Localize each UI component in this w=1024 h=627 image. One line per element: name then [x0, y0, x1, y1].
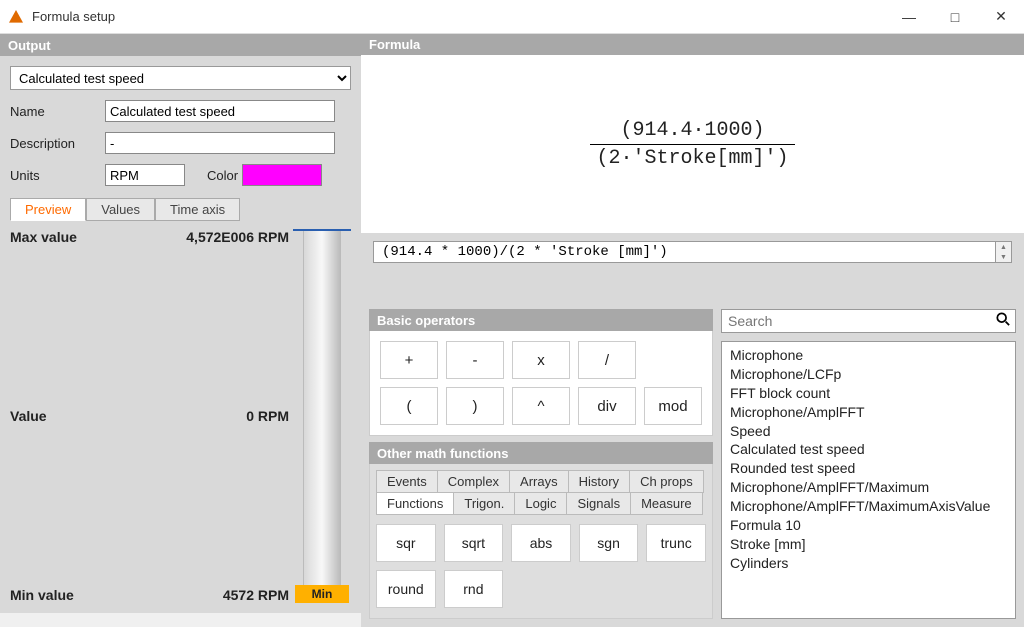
color-label: Color — [207, 168, 238, 183]
preview-min-tag: Min — [295, 585, 349, 603]
maximize-button[interactable]: □ — [932, 0, 978, 33]
operator-/[interactable]: / — [578, 341, 636, 379]
func-tab-history[interactable]: History — [568, 470, 630, 493]
func-tab-arrays[interactable]: Arrays — [509, 470, 569, 493]
channel-list[interactable]: MicrophoneMicrophone/LCFpFFT block count… — [721, 341, 1016, 619]
window-controls: — □ ✕ — [886, 0, 1024, 33]
units-input[interactable] — [105, 164, 185, 186]
function-tabs: EventsComplexArraysHistoryCh props Functi… — [376, 470, 706, 514]
function-grid: sqrsqrtabssgntrunc roundrnd — [376, 524, 706, 608]
value: 0 RPM — [246, 408, 289, 424]
func-trunc[interactable]: trunc — [646, 524, 706, 562]
channel-item[interactable]: Microphone/LCFp — [728, 365, 1009, 384]
func-tab-events[interactable]: Events — [376, 470, 438, 493]
operator-^[interactable]: ^ — [512, 387, 570, 425]
channel-item[interactable]: Cylinders — [728, 554, 1009, 573]
preview-area: Max value 4,572E006 RPM Value 0 RPM Min … — [10, 229, 351, 603]
preview-bar: Min — [293, 229, 351, 603]
func-sqr[interactable]: sqr — [376, 524, 436, 562]
tab-preview[interactable]: Preview — [10, 198, 86, 221]
operator-([interactable]: ( — [380, 387, 438, 425]
close-button[interactable]: ✕ — [978, 0, 1024, 33]
channel-item[interactable]: Speed — [728, 422, 1009, 441]
value-label: Value — [10, 408, 47, 424]
func-tab-trigon[interactable]: Trigon. — [453, 492, 515, 515]
formula-render: (914.4·1000) (2·'Stroke[mm]') — [361, 55, 1024, 233]
basic-operators-header: Basic operators — [369, 309, 713, 331]
tab-timeaxis[interactable]: Time axis — [155, 198, 240, 221]
formula-denominator: (2·'Stroke[mm]') — [590, 145, 794, 172]
func-round[interactable]: round — [376, 570, 436, 608]
min-value: 4572 RPM — [223, 587, 289, 603]
operator-)[interactable]: ) — [446, 387, 504, 425]
func-sgn[interactable]: sgn — [579, 524, 639, 562]
formula-spinner[interactable]: ▲▼ — [996, 241, 1012, 263]
operator-grid: +-x/ ()^divmod — [369, 331, 713, 436]
output-select[interactable]: Calculated test speed — [10, 66, 351, 90]
channel-item[interactable]: Calculated test speed — [728, 440, 1009, 459]
operator-div[interactable]: div — [578, 387, 636, 425]
channel-item[interactable]: Rounded test speed — [728, 459, 1009, 478]
search-input[interactable] — [722, 311, 991, 331]
func-abs[interactable]: abs — [511, 524, 571, 562]
func-sqrt[interactable]: sqrt — [444, 524, 504, 562]
func-tab-logic[interactable]: Logic — [514, 492, 567, 515]
max-value-label: Max value — [10, 229, 77, 245]
channel-item[interactable]: Microphone/AmplFFT — [728, 403, 1009, 422]
name-label: Name — [10, 104, 105, 119]
func-tab-chprops[interactable]: Ch props — [629, 470, 704, 493]
other-functions-header: Other math functions — [369, 442, 713, 464]
func-tab-measure[interactable]: Measure — [630, 492, 703, 515]
channel-item[interactable]: Formula 10 — [728, 516, 1009, 535]
search-icon[interactable] — [991, 312, 1015, 330]
color-swatch[interactable] — [242, 164, 322, 186]
channel-item[interactable]: Microphone — [728, 346, 1009, 365]
func-rnd[interactable]: rnd — [444, 570, 504, 608]
func-tab-signals[interactable]: Signals — [566, 492, 631, 515]
formula-numerator: (914.4·1000) — [614, 117, 770, 144]
app-icon — [8, 9, 24, 25]
description-input[interactable] — [105, 132, 335, 154]
name-input[interactable] — [105, 100, 335, 122]
formula-input[interactable] — [373, 241, 996, 263]
title-bar: Formula setup — □ ✕ — [0, 0, 1024, 34]
tab-values[interactable]: Values — [86, 198, 155, 221]
max-value: 4,572E006 RPM — [186, 229, 289, 245]
min-value-label: Min value — [10, 587, 74, 603]
output-header: Output — [0, 34, 361, 56]
formula-panel: Formula (914.4·1000) (2·'Stroke[mm]') ▲▼… — [361, 34, 1024, 613]
units-label: Units — [10, 168, 105, 183]
channel-item[interactable]: FFT block count — [728, 384, 1009, 403]
channel-item[interactable]: Microphone/AmplFFT/Maximum — [728, 478, 1009, 497]
func-tab-complex[interactable]: Complex — [437, 470, 510, 493]
operator-mod[interactable]: mod — [644, 387, 702, 425]
description-label: Description — [10, 136, 105, 151]
formula-header: Formula — [361, 34, 1024, 55]
operator-x[interactable]: x — [512, 341, 570, 379]
output-panel: Output Calculated test speed Name Descri… — [0, 34, 361, 613]
func-tab-functions[interactable]: Functions — [376, 492, 454, 515]
search-bar[interactable] — [721, 309, 1016, 333]
operator--[interactable]: - — [446, 341, 504, 379]
operator-+[interactable]: + — [380, 341, 438, 379]
channel-item[interactable]: Stroke [mm] — [728, 535, 1009, 554]
channel-item[interactable]: Microphone/AmplFFT/MaximumAxisValue — [728, 497, 1009, 516]
window-title: Formula setup — [32, 9, 886, 24]
minimize-button[interactable]: — — [886, 0, 932, 33]
